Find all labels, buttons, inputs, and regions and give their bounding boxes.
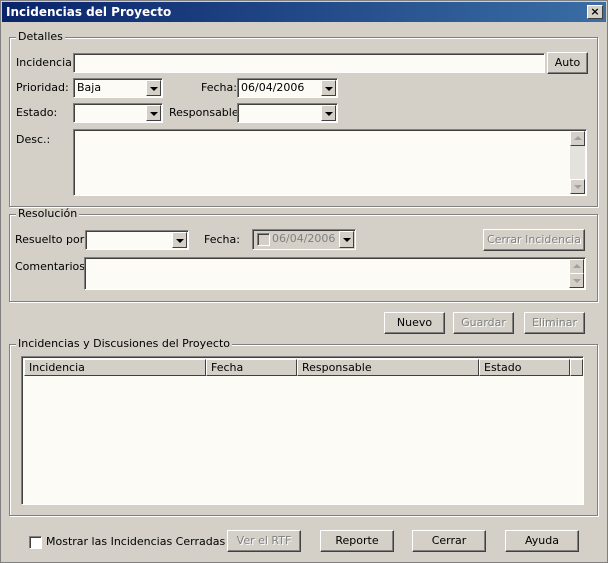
fecha-enable-checkbox[interactable]	[257, 233, 270, 246]
column-responsable[interactable]: Responsable	[297, 359, 479, 376]
detalles-legend: Detalles	[16, 30, 65, 43]
list-legend: Incidencias y Discusiones del Proyecto	[16, 337, 233, 350]
title-bar: Incidencias del Proyecto ×	[2, 2, 606, 22]
column-estado[interactable]: Estado	[479, 359, 570, 376]
resuelto-select[interactable]	[85, 230, 189, 250]
eliminar-button[interactable]: Eliminar	[524, 312, 585, 334]
ver-rtf-button[interactable]: Ver el RTF	[227, 530, 301, 552]
responsable-label: Responsable:	[169, 106, 243, 119]
mostrar-cerradas-label: Mostrar las Incidencias Cerradas	[46, 535, 226, 548]
prioridad-value: Baja	[77, 81, 102, 94]
arrow-down-icon[interactable]	[569, 273, 584, 288]
ayuda-button[interactable]: Ayuda	[505, 530, 579, 552]
nuevo-button[interactable]: Nuevo	[384, 312, 445, 334]
resolucion-fecha-value: 06/04/2006	[272, 232, 336, 245]
resolucion-fecha-label: Fecha:	[204, 233, 240, 246]
dialog-window: Incidencias del Proyecto × Detalles Inci…	[0, 0, 608, 563]
desc-label: Desc.:	[16, 133, 51, 146]
close-icon[interactable]: ×	[587, 5, 603, 19]
desc-textarea[interactable]	[73, 129, 587, 196]
chevron-down-icon[interactable]	[146, 105, 161, 121]
cerrar-button[interactable]: Cerrar	[412, 530, 486, 552]
comentarios-scrollbar[interactable]	[569, 259, 584, 288]
resolucion-fecha-picker[interactable]: 06/04/2006	[252, 229, 356, 250]
cerrar-incidencia-button[interactable]: Cerrar Incidencia	[483, 229, 585, 251]
arrow-down-icon[interactable]	[570, 179, 585, 194]
guardar-button[interactable]: Guardar	[453, 312, 514, 334]
auto-button[interactable]: Auto	[547, 52, 588, 74]
mostrar-cerradas-checkbox[interactable]	[29, 536, 42, 549]
column-incidencia[interactable]: Incidencia	[24, 359, 206, 376]
fecha-value: 06/04/2006	[241, 81, 305, 94]
chevron-down-icon[interactable]	[321, 105, 336, 121]
prioridad-select[interactable]: Baja	[73, 78, 163, 98]
arrow-up-icon[interactable]	[570, 131, 585, 146]
nuevo-button-label: Nuevo	[396, 316, 433, 329]
estado-label: Estado:	[16, 106, 58, 119]
chevron-down-icon[interactable]	[339, 231, 354, 248]
comentarios-textarea[interactable]	[84, 257, 586, 290]
window-title: Incidencias del Proyecto	[6, 5, 172, 19]
desc-scrollbar[interactable]	[570, 131, 585, 194]
column-fecha[interactable]: Fecha	[206, 359, 297, 376]
prioridad-label: Prioridad:	[16, 81, 69, 94]
estado-select[interactable]	[73, 103, 163, 123]
column-filler	[570, 359, 583, 376]
chevron-down-icon[interactable]	[172, 232, 187, 248]
reporte-button[interactable]: Reporte	[320, 530, 394, 552]
arrow-up-icon[interactable]	[569, 259, 584, 274]
responsable-select[interactable]	[237, 103, 338, 123]
chevron-down-icon[interactable]	[146, 80, 161, 96]
incidencia-label: Incidencia:	[16, 56, 76, 69]
fecha-label: Fecha:	[201, 81, 237, 94]
resolucion-legend: Resolución	[16, 207, 80, 220]
incidencias-list[interactable]: Incidencia Fecha Responsable Estado	[21, 356, 584, 505]
fecha-picker[interactable]: 06/04/2006	[237, 78, 338, 98]
resuelto-label: Resuelto por:	[15, 233, 88, 246]
comentarios-label: Comentarios:	[15, 260, 89, 273]
list-header: Incidencia Fecha Responsable Estado	[24, 359, 583, 376]
chevron-down-icon[interactable]	[321, 80, 336, 96]
incidencia-input[interactable]	[73, 53, 545, 73]
